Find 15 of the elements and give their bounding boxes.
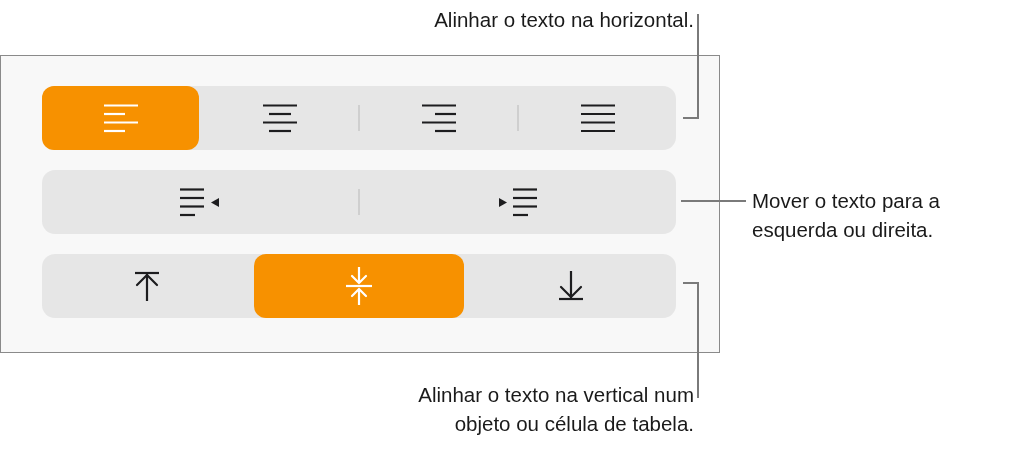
justify-icon [580, 103, 615, 133]
outdent-icon [180, 187, 220, 217]
align-center-icon [262, 103, 297, 133]
callout-text: Mover o texto para a esquerda ou direita. [752, 188, 940, 243]
indent-icon [498, 187, 538, 217]
callout-text: Alinhar o texto na vertical num objeto ou célula de tabela. [418, 382, 694, 437]
align-middle-button[interactable] [254, 254, 464, 318]
align-left-icon [103, 103, 138, 133]
leader-line [680, 200, 747, 202]
align-top-icon [134, 271, 160, 301]
callout-text: Alinhar o texto na horizontal. [434, 7, 694, 33]
align-middle-icon [343, 266, 375, 306]
align-bottom-icon [558, 271, 584, 301]
align-right-icon [421, 103, 456, 133]
align-left-button[interactable] [42, 86, 199, 150]
